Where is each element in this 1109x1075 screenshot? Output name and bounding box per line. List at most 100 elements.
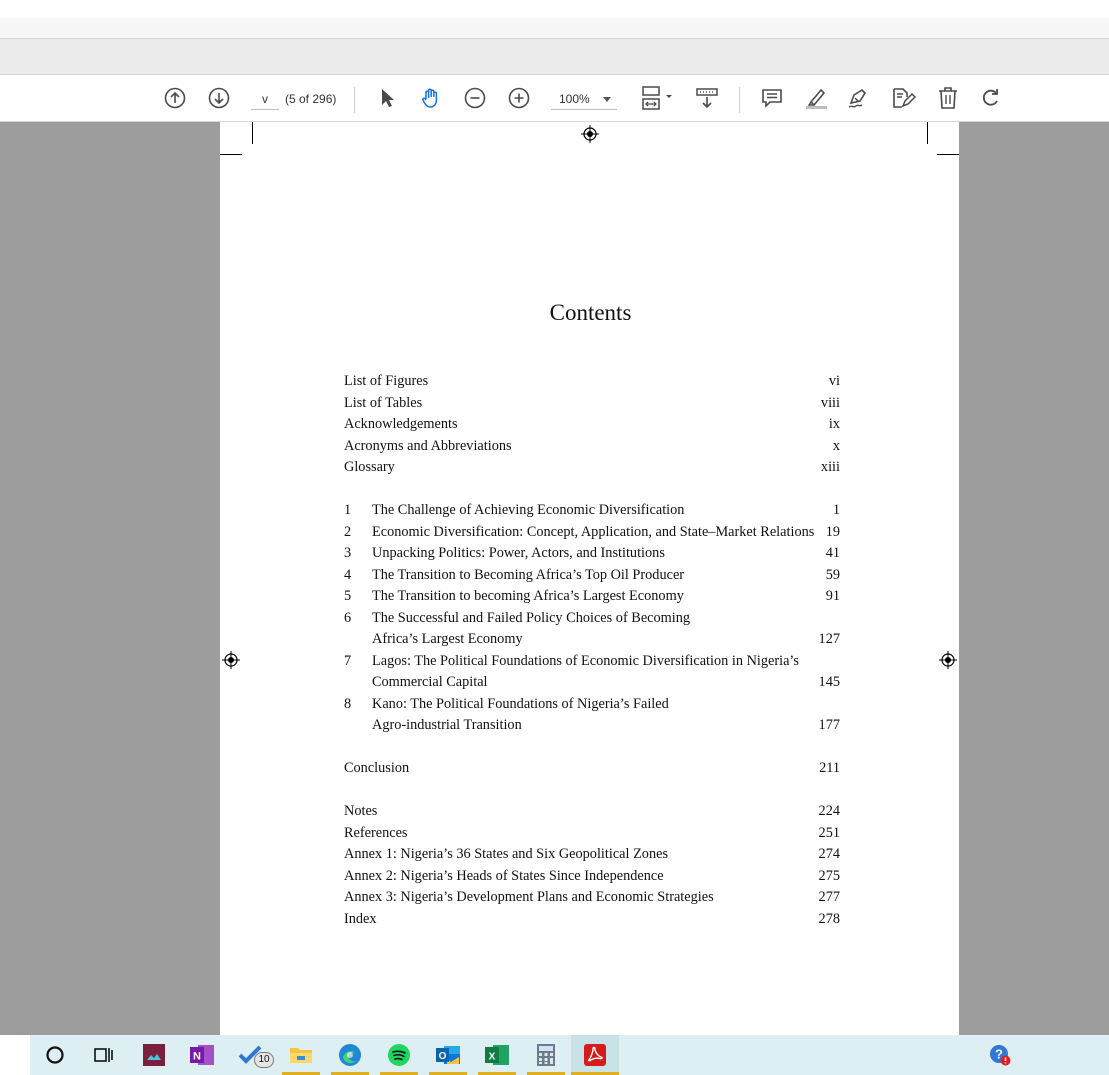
toc-entry: Conclusion 211 [344, 760, 840, 781]
pdf-page: Contents List of Figures vi List of Table… [220, 122, 959, 1035]
toc-entry-page: 274 [818, 846, 840, 862]
toc-entry-label: References [344, 824, 408, 841]
svg-text:X: X [489, 1052, 496, 1063]
toc-entry-page: 19 [825, 523, 840, 540]
toc-chapter-continued: Commercial Capital 145 [344, 674, 840, 695]
chapter-number: 7 [344, 652, 352, 669]
toc-entry-label: List of Figures [344, 373, 429, 389]
toc-entry-page: 277 [818, 889, 840, 905]
chapter-title: Kano: The Political Foundations of Niger… [372, 695, 669, 712]
zoom-in-icon[interactable] [507, 85, 531, 111]
zoom-select[interactable]: 100% [551, 88, 617, 110]
toc-entry: Annex 2: Nigeria’s Heads of States Since… [344, 868, 840, 889]
sign-icon[interactable] [846, 85, 872, 111]
toc-entry-label: Annex 2: Nigeria’s Heads of States Since… [344, 867, 664, 884]
toolbar-divider [354, 87, 355, 113]
registration-mark-icon [939, 651, 957, 669]
toc-entry-page: 59 [825, 566, 840, 583]
chapter-title: Unpacking Politics: Power, Actors, and I… [372, 545, 665, 561]
help-icon[interactable]: ? [987, 1042, 1013, 1068]
toc-entry-page: viii [820, 394, 840, 411]
toc-entry-label: Annex 3: Nigeria’s Development Plans and… [344, 889, 714, 905]
toc-entry-page: xiii [820, 459, 840, 475]
todo-badge: 10 [254, 1052, 274, 1068]
edge-icon[interactable] [337, 1042, 363, 1068]
excel-icon[interactable]: X [484, 1042, 510, 1068]
prev-page-icon[interactable] [163, 85, 187, 111]
svg-text:N: N [193, 1051, 201, 1063]
document-viewer[interactable]: Contents List of Figures vi List of Table… [0, 122, 1109, 1035]
chapter-title-continued: Africa’s Largest Economy [372, 631, 523, 647]
toc-entry: Acknowledgements ix [344, 416, 840, 437]
spotify-icon[interactable] [386, 1042, 412, 1068]
toc-entry-page: 278 [818, 910, 840, 927]
comment-icon[interactable] [760, 85, 784, 111]
toolbar-divider [739, 87, 740, 113]
toc-chapter: 8 Kano: The Political Foundations of Nige… [344, 696, 840, 717]
outlook-icon[interactable]: O [435, 1042, 461, 1068]
toc-entry-page: vi [828, 373, 840, 389]
toc-chapter: 1 The Challenge of Achieving Economic Div… [344, 502, 840, 523]
toc-chapter: 2 Economic Diversification: Concept, Appl… [344, 524, 840, 545]
toc-entry-page: 127 [818, 631, 840, 647]
svg-text:O: O [439, 1051, 447, 1062]
page-fit-icon[interactable] [639, 85, 675, 111]
chapter-title-continued: Agro-industrial Transition [372, 717, 522, 733]
onenote-icon[interactable]: N [189, 1042, 215, 1068]
select-tool-icon[interactable] [377, 85, 399, 111]
chapter-number: 1 [344, 502, 352, 518]
title-bar [0, 18, 1109, 38]
page-number-input[interactable]: v [251, 88, 279, 110]
chevron-down-icon [603, 97, 611, 102]
task-view-icon[interactable] [90, 1042, 116, 1068]
calculator-icon[interactable] [533, 1042, 559, 1068]
file-explorer-icon[interactable] [288, 1042, 314, 1068]
hand-tool-icon[interactable] [419, 85, 443, 111]
rotate-icon[interactable] [979, 85, 1003, 111]
page-count: (5 of 296) [285, 92, 337, 106]
toc-entry: Notes 224 [344, 803, 840, 824]
toc-chapter: 7 Lagos: The Political Foundations of Eco… [344, 653, 840, 674]
toc-entry-page: ix [828, 416, 840, 432]
chapter-number: 6 [344, 609, 352, 626]
toc-entry-page: 177 [818, 717, 840, 733]
zoom-value: 100% [559, 92, 590, 106]
next-page-icon[interactable] [207, 85, 231, 111]
taskbar: N 10 O X ? [0, 1035, 1109, 1075]
toc-entry: Index 278 [344, 911, 840, 932]
scroll-mode-icon[interactable] [694, 85, 720, 111]
toc-entry-page: x [832, 437, 840, 454]
toc-entry-page: 275 [818, 867, 840, 884]
chapter-number: 8 [344, 695, 352, 712]
cortana-icon[interactable] [42, 1042, 68, 1068]
toc-entry-page: 224 [818, 803, 840, 819]
chapter-title-continued: Commercial Capital [372, 674, 488, 690]
taskbar-start-area [0, 1035, 30, 1075]
acrobat-icon[interactable] [582, 1042, 608, 1068]
crop-mark [220, 154, 242, 155]
zoom-out-icon[interactable] [463, 85, 487, 111]
toc-entry-label: List of Tables [344, 394, 423, 411]
registration-mark-icon [222, 651, 240, 669]
delete-icon[interactable] [936, 85, 960, 111]
toc-chapter: 6 The Successful and Failed Policy Choice… [344, 610, 840, 631]
chapter-number: 3 [344, 545, 352, 561]
window-top-strip [0, 0, 1109, 18]
toc-entry-label: Glossary [344, 459, 395, 475]
chapter-title: Economic Diversification: Concept, Appli… [372, 523, 815, 540]
toc-entry: List of Tables viii [344, 395, 840, 416]
viewer-toolbar: v (5 of 296) 100% [0, 75, 1109, 122]
edit-icon[interactable] [890, 85, 916, 111]
toc-chapter-continued: Agro-industrial Transition 177 [344, 717, 840, 738]
toc-entry: Glossary xiii [344, 459, 840, 480]
chapter-title: The Transition to becoming Africa’s Larg… [372, 588, 684, 604]
toc-entry-label: Notes [344, 803, 378, 819]
toc-chapter-continued: Africa’s Largest Economy 127 [344, 631, 840, 652]
chapter-title: Lagos: The Political Foundations of Econ… [372, 652, 799, 669]
toc-entry-label: Conclusion [344, 760, 410, 776]
highlight-icon[interactable] [803, 85, 829, 111]
toc-entry-page: 251 [818, 824, 840, 841]
toc-entry-page: 1 [832, 502, 840, 518]
photos-icon[interactable] [141, 1042, 167, 1068]
chapter-number: 4 [344, 566, 352, 583]
